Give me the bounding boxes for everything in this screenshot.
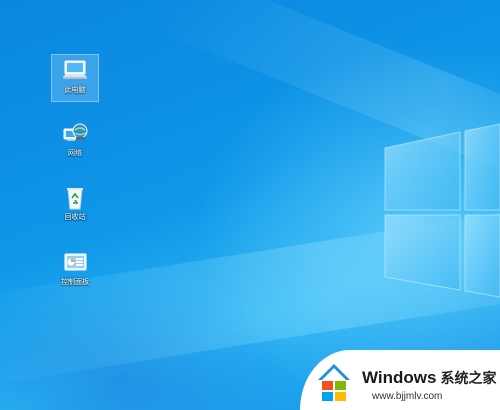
desktop-icon-label: 此电脑 <box>64 86 86 94</box>
watermark-brand-cn: 系统之家 <box>440 371 497 387</box>
desktop-icon-control-panel[interactable]: 控制面板 <box>51 247 99 295</box>
windows-flag-logo <box>318 364 350 401</box>
desktop-icon-label: 控制面板 <box>61 278 89 286</box>
watermark-url: www.bjjmlv.com <box>372 391 443 402</box>
desktop-icon-this-pc[interactable]: 此电脑 <box>51 54 99 102</box>
desktop-background: 此电脑 网络 回收站 控制面板 Windows 系统之家 www.bjjmlv.… <box>0 0 500 410</box>
control-panel-icon <box>64 253 87 271</box>
light-beam <box>152 0 500 187</box>
watermark-brand: Windows <box>362 368 437 387</box>
network-icon <box>63 123 88 141</box>
desktop-icon-recycle-bin[interactable]: 回收站 <box>51 182 99 230</box>
computer-icon <box>63 60 87 79</box>
desktop-icon-network[interactable]: 网络 <box>51 118 99 166</box>
watermark-title: Windows 系统之家 <box>362 368 496 389</box>
site-watermark: Windows 系统之家 www.bjjmlv.com <box>300 350 500 410</box>
desktop-icon-label: 网络 <box>68 149 82 157</box>
recycle-bin-icon <box>67 188 83 210</box>
desktop-icon-label: 回收站 <box>64 213 86 221</box>
